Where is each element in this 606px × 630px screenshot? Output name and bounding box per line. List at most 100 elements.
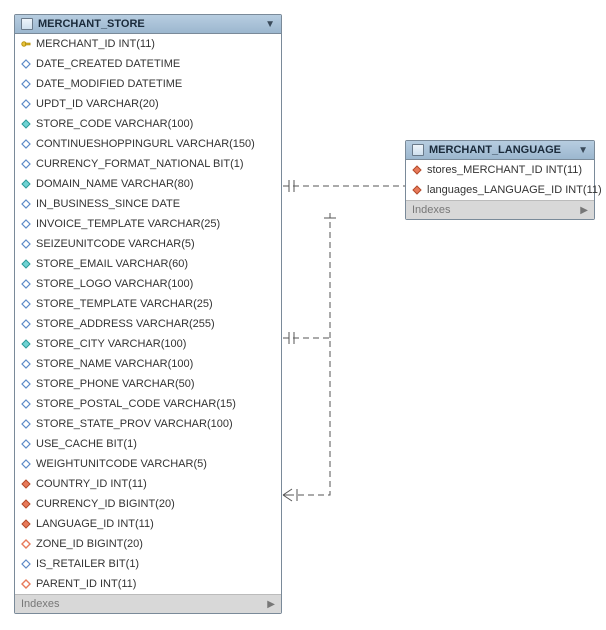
entity-header[interactable]: MERCHANT_LANGUAGE ▼ [406,141,594,160]
table-icon [412,144,424,156]
attr-icon [21,139,31,149]
attr-icon [21,359,31,369]
attr-icon [21,319,31,329]
fk-open-icon [21,539,31,549]
attr-icon [21,279,31,289]
column-label: ZONE_ID BIGINT(20) [36,536,143,552]
column-label: CONTINUESHOPPINGURL VARCHAR(150) [36,136,255,152]
collapse-icon[interactable]: ▼ [578,145,588,156]
column-label: USE_CACHE BIT(1) [36,436,137,452]
column-row[interactable]: stores_MERCHANT_ID INT(11) [406,160,594,180]
column-label: COUNTRY_ID INT(11) [36,476,147,492]
fk-icon [21,499,31,509]
fk-icon [412,165,422,175]
column-row[interactable]: STORE_POSTAL_CODE VARCHAR(15) [15,394,281,414]
attr-icon [21,99,31,109]
column-row[interactable]: DOMAIN_NAME VARCHAR(80) [15,174,281,194]
column-row[interactable]: STORE_TEMPLATE VARCHAR(25) [15,294,281,314]
column-row[interactable]: STORE_ADDRESS VARCHAR(255) [15,314,281,334]
column-row[interactable]: IN_BUSINESS_SINCE DATE [15,194,281,214]
fk-icon [412,185,422,195]
column-list: MERCHANT_ID INT(11) DATE_CREATED DATETIME… [15,34,281,594]
column-row[interactable]: PARENT_ID INT(11) [15,574,281,594]
idx-icon [21,259,31,269]
expand-icon[interactable]: ▶ [580,205,588,216]
column-label: DATE_MODIFIED DATETIME [36,76,182,92]
table-icon [21,18,33,30]
column-label: PARENT_ID INT(11) [36,576,136,592]
column-label: CURRENCY_ID BIGINT(20) [36,496,175,512]
column-row[interactable]: STORE_EMAIL VARCHAR(60) [15,254,281,274]
column-label: IN_BUSINESS_SINCE DATE [36,196,180,212]
column-row[interactable]: DATE_CREATED DATETIME [15,54,281,74]
attr-icon [21,559,31,569]
column-label: IS_RETAILER BIT(1) [36,556,139,572]
entity-header[interactable]: MERCHANT_STORE ▼ [15,15,281,34]
column-list: stores_MERCHANT_ID INT(11) languages_LANG… [406,160,594,200]
column-label: STORE_LOGO VARCHAR(100) [36,276,193,292]
attr-icon [21,159,31,169]
column-label: STORE_TEMPLATE VARCHAR(25) [36,296,213,312]
column-label: STORE_STATE_PROV VARCHAR(100) [36,416,233,432]
column-row[interactable]: SEIZEUNITCODE VARCHAR(5) [15,234,281,254]
column-row[interactable]: languages_LANGUAGE_ID INT(11) [406,180,594,200]
entity-footer[interactable]: Indexes ▶ [15,594,281,613]
fk-open-icon [21,579,31,589]
column-label: UPDT_ID VARCHAR(20) [36,96,159,112]
column-label: DOMAIN_NAME VARCHAR(80) [36,176,194,192]
column-label: STORE_PHONE VARCHAR(50) [36,376,195,392]
collapse-icon[interactable]: ▼ [265,19,275,30]
column-row[interactable]: STORE_PHONE VARCHAR(50) [15,374,281,394]
expand-icon[interactable]: ▶ [267,599,275,610]
fk-icon [21,519,31,529]
column-label: stores_MERCHANT_ID INT(11) [427,162,582,178]
entity-merchant-store[interactable]: MERCHANT_STORE ▼ MERCHANT_ID INT(11) DATE… [14,14,282,614]
column-row[interactable]: MERCHANT_ID INT(11) [15,34,281,54]
attr-icon [21,299,31,309]
idx-icon [21,339,31,349]
idx-icon [21,179,31,189]
column-row[interactable]: STORE_NAME VARCHAR(100) [15,354,281,374]
column-label: STORE_CITY VARCHAR(100) [36,336,186,352]
entity-title: MERCHANT_LANGUAGE [429,144,573,156]
fk-icon [21,479,31,489]
attr-icon [21,199,31,209]
column-label: STORE_EMAIL VARCHAR(60) [36,256,188,272]
entity-footer[interactable]: Indexes ▶ [406,200,594,219]
column-row[interactable]: USE_CACHE BIT(1) [15,434,281,454]
attr-icon [21,219,31,229]
column-label: STORE_ADDRESS VARCHAR(255) [36,316,215,332]
column-row[interactable]: STORE_CITY VARCHAR(100) [15,334,281,354]
column-row[interactable]: STORE_LOGO VARCHAR(100) [15,274,281,294]
column-row[interactable]: STORE_STATE_PROV VARCHAR(100) [15,414,281,434]
column-row[interactable]: DATE_MODIFIED DATETIME [15,74,281,94]
column-row[interactable]: IS_RETAILER BIT(1) [15,554,281,574]
column-row[interactable]: STORE_CODE VARCHAR(100) [15,114,281,134]
attr-icon [21,459,31,469]
column-row[interactable]: LANGUAGE_ID INT(11) [15,514,281,534]
attr-icon [21,379,31,389]
column-row[interactable]: ZONE_ID BIGINT(20) [15,534,281,554]
column-label: STORE_NAME VARCHAR(100) [36,356,193,372]
column-row[interactable]: CURRENCY_FORMAT_NATIONAL BIT(1) [15,154,281,174]
attr-icon [21,419,31,429]
column-row[interactable]: INVOICE_TEMPLATE VARCHAR(25) [15,214,281,234]
column-label: LANGUAGE_ID INT(11) [36,516,154,532]
column-label: STORE_POSTAL_CODE VARCHAR(15) [36,396,236,412]
column-row[interactable]: COUNTRY_ID INT(11) [15,474,281,494]
column-row[interactable]: CONTINUESHOPPINGURL VARCHAR(150) [15,134,281,154]
column-label: WEIGHTUNITCODE VARCHAR(5) [36,456,207,472]
attr-icon [21,439,31,449]
column-row[interactable]: CURRENCY_ID BIGINT(20) [15,494,281,514]
column-row[interactable]: UPDT_ID VARCHAR(20) [15,94,281,114]
indexes-label: Indexes [412,204,451,216]
idx-icon [21,119,31,129]
attr-icon [21,239,31,249]
column-row[interactable]: WEIGHTUNITCODE VARCHAR(5) [15,454,281,474]
pk-icon [21,39,31,49]
column-label: STORE_CODE VARCHAR(100) [36,116,193,132]
indexes-label: Indexes [21,598,60,610]
entity-merchant-language[interactable]: MERCHANT_LANGUAGE ▼ stores_MERCHANT_ID I… [405,140,595,220]
column-label: DATE_CREATED DATETIME [36,56,180,72]
attr-icon [21,59,31,69]
